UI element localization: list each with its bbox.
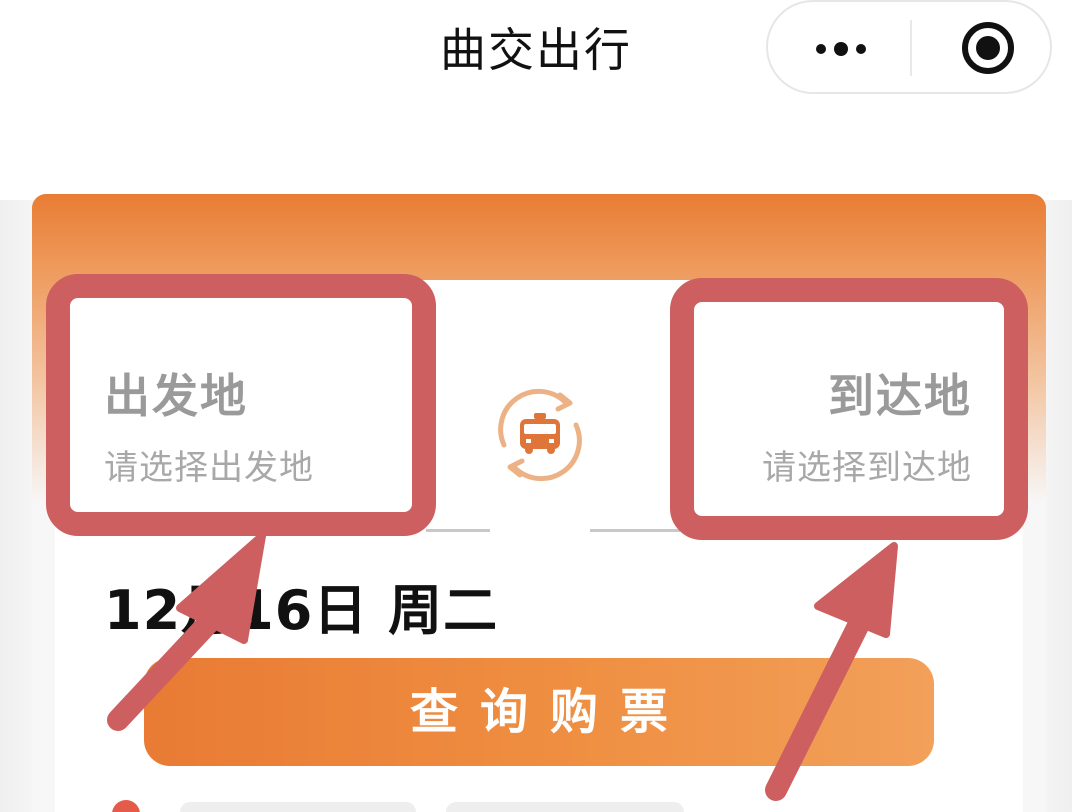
arrival-arrow-icon bbox=[765, 542, 898, 801]
departure-arrow-icon bbox=[107, 532, 266, 731]
annotation-arrows bbox=[107, 532, 898, 801]
screen: 曲交出行 出发地 请选择出发地 到达地 请选择到达地 12月16日 周二 查询购… bbox=[0, 0, 1072, 812]
